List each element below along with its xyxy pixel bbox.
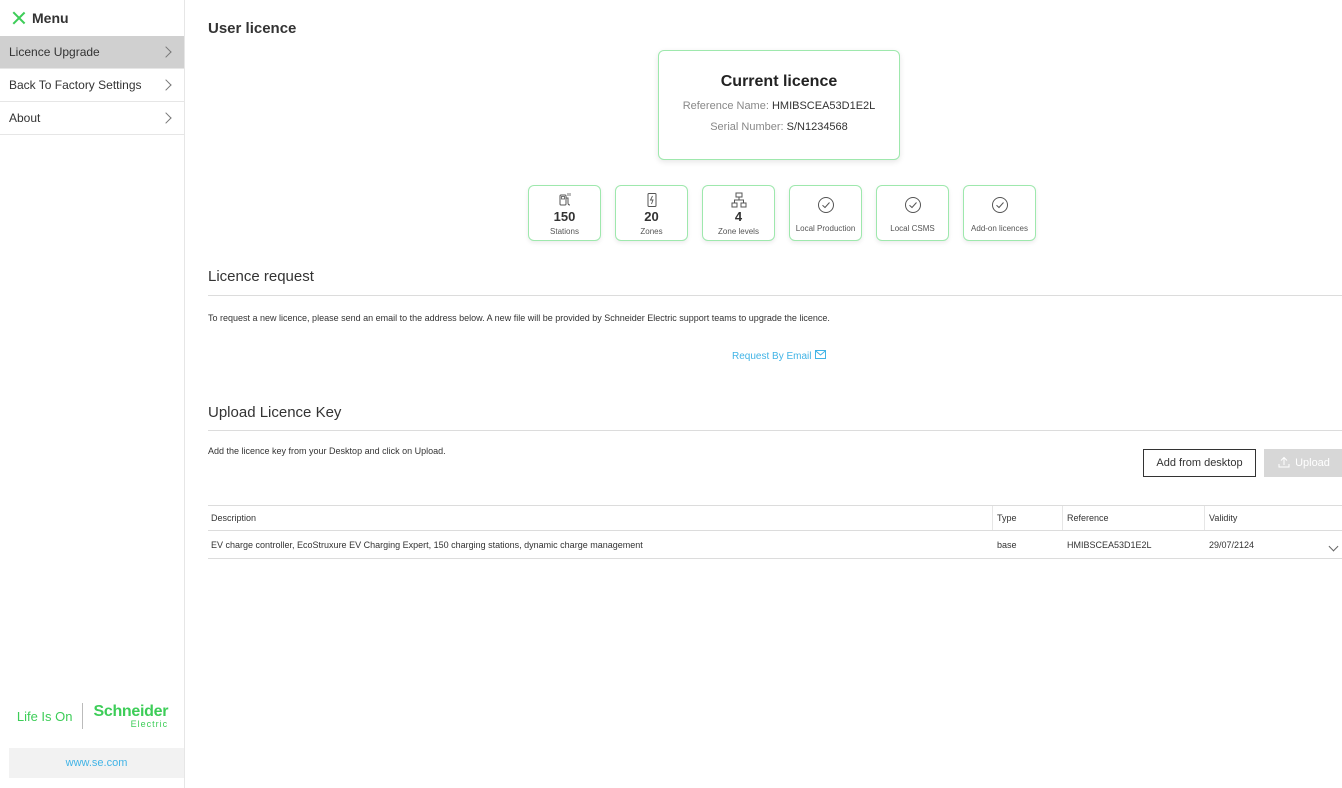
column-header-validity[interactable]: Validity <box>1205 506 1325 530</box>
reference-name-row: Reference Name: HMIBSCEA53D1E2L <box>659 100 899 112</box>
menu-header[interactable]: Menu <box>0 0 184 36</box>
tile-local-production: Local Production <box>789 185 862 241</box>
serial-value: S/N1234568 <box>786 121 848 133</box>
current-licence-card: Current licence Reference Name: HMIBSCEA… <box>658 50 900 160</box>
tile-label: Zones <box>640 227 663 236</box>
serial-number-row: Serial Number: S/N1234568 <box>659 121 899 133</box>
licence-table: Description Type Reference Validity EV c… <box>208 505 1342 559</box>
sidebar-item-label: Licence Upgrade <box>9 45 100 59</box>
schneider-electric-logo: Schneider Electric <box>93 702 169 729</box>
envelope-icon <box>815 350 827 362</box>
table-row[interactable]: EV charge controller, EcoStruxure EV Cha… <box>208 531 1342 559</box>
zone-levels-icon <box>731 192 747 208</box>
chevron-right-icon <box>160 79 172 91</box>
check-circle-icon <box>904 196 922 214</box>
check-circle-icon <box>991 196 1009 214</box>
close-menu-icon[interactable] <box>12 11 26 25</box>
cell-validity: 29/07/2124 <box>1209 539 1255 550</box>
column-header-expand <box>1325 506 1342 530</box>
request-by-email-label: Request By Email <box>732 350 812 362</box>
tile-add-on-licences: Add-on licences <box>963 185 1036 241</box>
request-by-email-link[interactable]: Request By Email <box>732 350 827 362</box>
stations-icon <box>557 192 573 208</box>
sidebar-item-licence-upgrade[interactable]: Licence Upgrade <box>0 36 184 69</box>
serial-label: Serial Number: <box>710 121 784 133</box>
upload-icon <box>1278 456 1290 471</box>
divider <box>208 295 1342 296</box>
footer-link[interactable]: www.se.com <box>9 748 184 778</box>
tile-label: Add-on licences <box>971 224 1028 233</box>
sidebar: Menu Licence Upgrade Back To Factory Set… <box>0 0 185 788</box>
expand-row-button[interactable] <box>1325 531 1342 558</box>
tile-stations: 150 Stations <box>528 185 601 241</box>
chevron-down-icon <box>1328 541 1339 552</box>
check-circle-icon <box>817 196 835 214</box>
sidebar-item-factory-settings[interactable]: Back To Factory Settings <box>0 69 184 102</box>
chevron-right-icon <box>160 112 172 124</box>
cell-type: base <box>997 539 1017 550</box>
upload-button[interactable]: Upload <box>1264 449 1342 477</box>
tile-label: Local CSMS <box>890 224 935 233</box>
column-header-reference[interactable]: Reference <box>1063 506 1205 530</box>
tile-label: Zone levels <box>718 227 759 236</box>
life-is-on-logo: Life Is On <box>16 708 73 724</box>
column-header-description[interactable]: Description <box>208 506 993 530</box>
tile-value: 4 <box>734 209 743 224</box>
chevron-right-icon <box>160 46 172 58</box>
main-content: User licence Current licence Reference N… <box>208 0 1342 788</box>
sidebar-item-label: About <box>9 111 41 125</box>
tile-value: 150 <box>553 209 576 224</box>
divider <box>208 430 1342 431</box>
sidebar-item-label: Back To Factory Settings <box>9 78 142 92</box>
cell-reference: HMIBSCEA53D1E2L <box>1067 539 1152 550</box>
brand-logo: Life Is On Schneider Electric <box>0 696 185 736</box>
sidebar-item-about[interactable]: About <box>0 102 184 135</box>
cell-description: EV charge controller, EcoStruxure EV Cha… <box>211 539 643 550</box>
column-header-type[interactable]: Type <box>993 506 1063 530</box>
tile-zones: 20 Zones <box>615 185 688 241</box>
brand-divider <box>82 703 84 729</box>
menu-title: Menu <box>32 10 69 26</box>
tile-label: Stations <box>550 227 579 236</box>
brand-sub: Electric <box>130 718 169 729</box>
upload-licence-title: Upload Licence Key <box>208 404 342 421</box>
table-header-row: Description Type Reference Validity <box>208 505 1342 531</box>
upload-button-label: Upload <box>1295 457 1330 469</box>
reference-label: Reference Name: <box>682 100 769 112</box>
page-title: User licence <box>208 20 297 37</box>
add-from-desktop-button[interactable]: Add from desktop <box>1143 449 1256 477</box>
zones-icon <box>644 192 660 208</box>
upload-licence-text: Add the licence key from your Desktop an… <box>208 446 446 456</box>
licence-request-text: To request a new licence, please send an… <box>208 313 830 323</box>
licence-request-title: Licence request <box>208 268 314 285</box>
tile-label: Local Production <box>795 224 856 233</box>
reference-value: HMIBSCEA53D1E2L <box>771 100 876 112</box>
tile-value: 20 <box>644 209 659 224</box>
tile-local-csms: Local CSMS <box>876 185 949 241</box>
brand-name: Schneider <box>93 702 169 720</box>
tile-zone-levels: 4 Zone levels <box>702 185 775 241</box>
licence-features: 150 Stations 20 Zones 4 Zone levels Loca… <box>528 185 1036 241</box>
current-licence-heading: Current licence <box>720 73 838 90</box>
